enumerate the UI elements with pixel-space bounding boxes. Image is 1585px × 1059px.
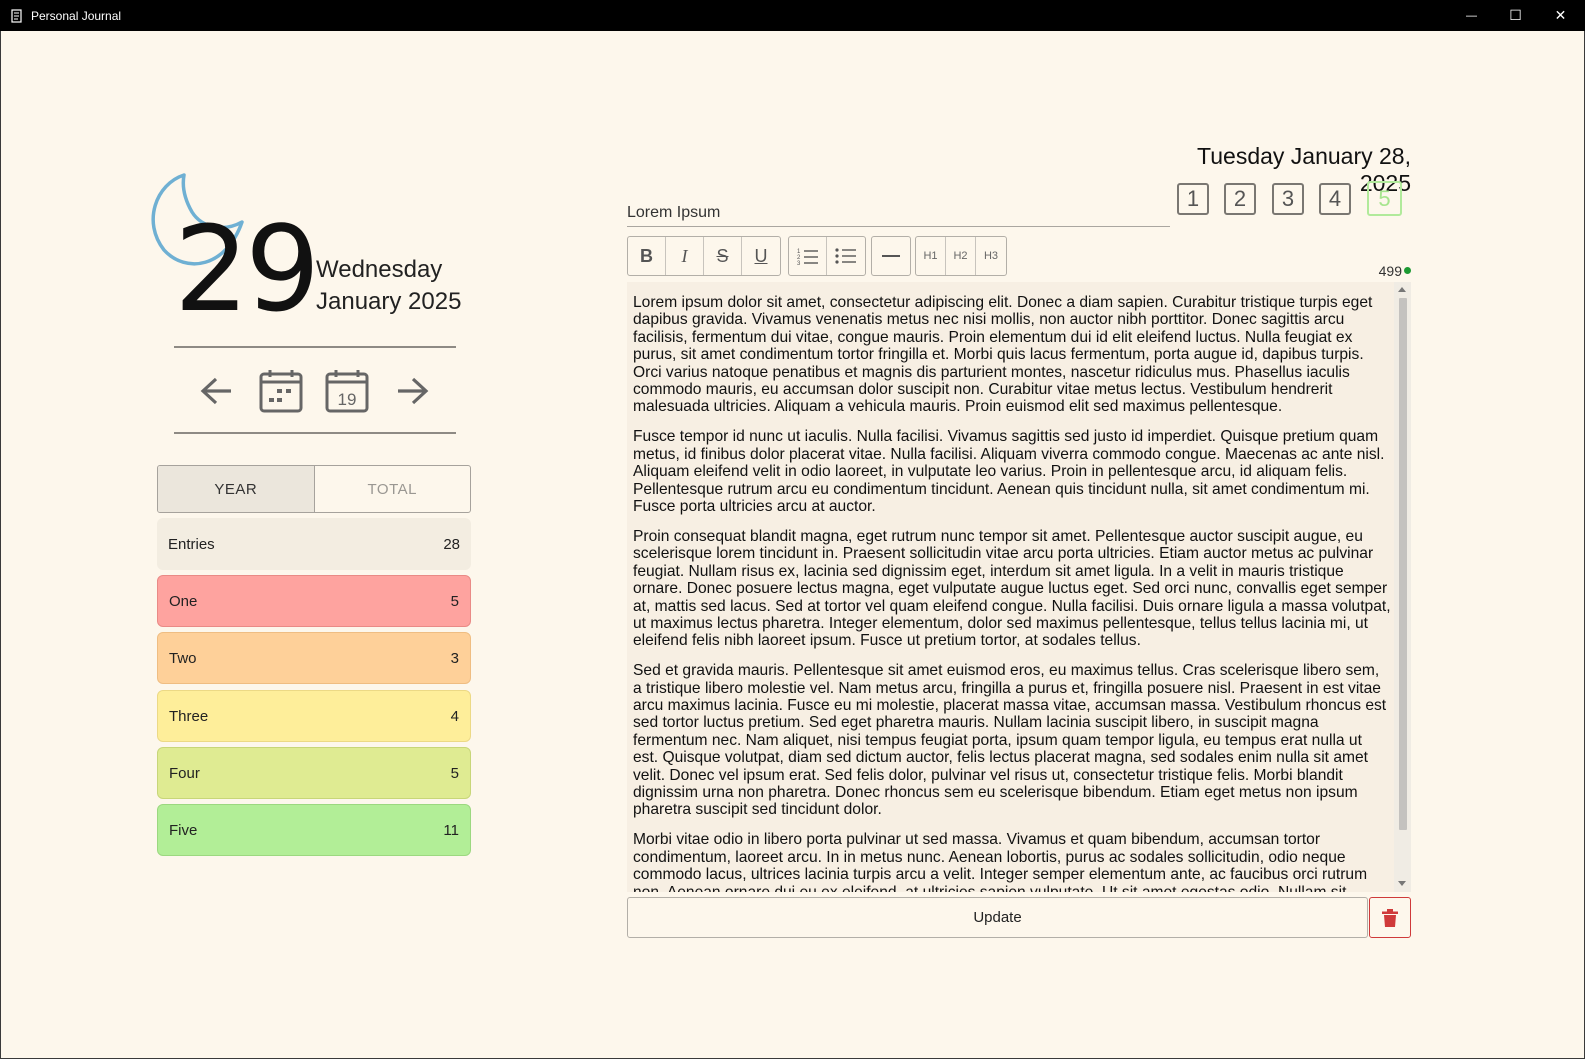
heading-1-button[interactable]: H1: [916, 237, 946, 275]
update-button[interactable]: Update: [627, 897, 1368, 938]
rating-button-1[interactable]: 1: [1177, 183, 1209, 215]
calendar-today-icon: 19: [325, 370, 369, 413]
editor-paragraph: Proin consequat blandit magna, eget rutr…: [633, 527, 1391, 650]
next-day-button[interactable]: [389, 368, 435, 414]
editor-content[interactable]: Lorem ipsum dolor sit amet, consectetur …: [633, 294, 1391, 892]
arrow-left-icon: [200, 377, 231, 405]
selected-day-number: 29: [174, 200, 320, 338]
underline-button[interactable]: U: [742, 237, 780, 275]
editor-paragraph: Fusce tempor id nunc ut iaculis. Nulla f…: [633, 428, 1385, 515]
entry-text-editor[interactable]: Lorem ipsum dolor sit amet, consectetur …: [627, 282, 1411, 892]
stat-entries: Entries 28: [157, 518, 471, 570]
ordered-list-icon: 123: [797, 249, 818, 265]
horizontal-rule-button[interactable]: [872, 237, 910, 275]
character-count: 499: [1378, 263, 1402, 279]
list-toolbar: 123: [788, 236, 866, 276]
italic-icon: I: [681, 245, 688, 266]
editor-scrollbar[interactable]: [1394, 282, 1411, 892]
bold-button[interactable]: B: [628, 237, 666, 275]
stat-value: 28: [443, 535, 460, 553]
selected-weekday: Wednesday: [316, 256, 443, 283]
today-day-label: 19: [338, 390, 357, 409]
maximize-button[interactable]: ☐: [1493, 0, 1538, 31]
underline-icon: U: [754, 245, 768, 266]
calendar-icon: [259, 370, 303, 413]
stat-value: 5: [450, 592, 459, 610]
arrow-right-icon: [398, 377, 429, 405]
saved-status-indicator: [1404, 267, 1411, 274]
rating-button-5-selected[interactable]: 5: [1367, 181, 1402, 216]
stat-rating-two: Two 3: [157, 632, 471, 684]
bullet-list-icon: [835, 248, 856, 264]
heading-toolbar: H1 H2 H3: [915, 236, 1007, 276]
stat-value: 5: [450, 764, 459, 782]
strikethrough-icon: S: [716, 245, 729, 266]
ordered-list-button[interactable]: 123: [789, 237, 827, 275]
stat-value: 11: [443, 821, 459, 839]
stat-rating-four: Four 5: [157, 747, 471, 799]
italic-button[interactable]: I: [666, 237, 704, 275]
stat-label: Five: [169, 821, 198, 839]
close-button[interactable]: ✕: [1538, 0, 1583, 31]
bold-icon: B: [640, 245, 653, 266]
stat-label: One: [169, 592, 198, 610]
heading-3-button[interactable]: H3: [976, 237, 1006, 275]
stat-rating-five: Five 11: [157, 804, 471, 856]
maximize-icon: ☐: [1509, 7, 1522, 23]
scroll-down-icon[interactable]: [1398, 881, 1406, 886]
minimize-icon: —: [1466, 9, 1477, 22]
close-icon: ✕: [1554, 7, 1567, 23]
text-style-toolbar: B I S U: [627, 236, 781, 276]
editor-paragraph: Morbi vitae odio in libero porta pulvina…: [633, 831, 1368, 892]
stat-label: Two: [169, 649, 197, 667]
tab-year[interactable]: YEAR: [158, 466, 315, 512]
window-title: Personal Journal: [31, 8, 122, 23]
rating-button-3[interactable]: 3: [1272, 183, 1304, 215]
divider-toolbar: [871, 236, 911, 276]
stat-label: Four: [169, 764, 200, 782]
calendar-button[interactable]: [258, 368, 304, 414]
entry-title-input[interactable]: [627, 196, 1170, 227]
stat-value: 3: [450, 649, 459, 667]
delete-entry-button[interactable]: [1369, 897, 1411, 938]
stat-rating-three: Three 4: [157, 690, 471, 742]
editor-paragraph: Lorem ipsum dolor sit amet, consectetur …: [633, 294, 1373, 416]
editor-paragraph: Sed et gravida mauris. Pellentesque sit …: [633, 662, 1387, 819]
stat-label: Three: [169, 707, 209, 725]
svg-text:3: 3: [797, 261, 801, 265]
tab-total[interactable]: TOTAL: [315, 466, 471, 512]
today-button[interactable]: 19: [324, 368, 370, 414]
selected-month-year: January 2025: [316, 288, 462, 315]
stat-value: 4: [450, 707, 459, 725]
divider: [174, 346, 456, 348]
window-titlebar: Personal Journal — ☐ ✕: [0, 0, 1585, 31]
heading-2-button[interactable]: H2: [946, 237, 976, 275]
previous-day-button[interactable]: [194, 368, 240, 414]
horizontal-rule-icon: [882, 255, 900, 257]
stat-label: Entries: [168, 535, 215, 553]
scrollbar-thumb[interactable]: [1399, 298, 1407, 830]
rating-button-4[interactable]: 4: [1319, 183, 1351, 215]
rating-button-2[interactable]: 2: [1224, 183, 1256, 215]
stats-period-tabs: YEAR TOTAL: [157, 465, 471, 513]
stat-rating-one: One 5: [157, 575, 471, 627]
scroll-up-icon[interactable]: [1398, 287, 1406, 292]
strikethrough-button[interactable]: S: [704, 237, 742, 275]
minimize-button[interactable]: —: [1449, 0, 1494, 31]
divider: [174, 432, 456, 434]
journal-app-icon: [11, 8, 23, 23]
trash-icon: [1382, 908, 1398, 927]
bullet-list-button[interactable]: [827, 237, 865, 275]
